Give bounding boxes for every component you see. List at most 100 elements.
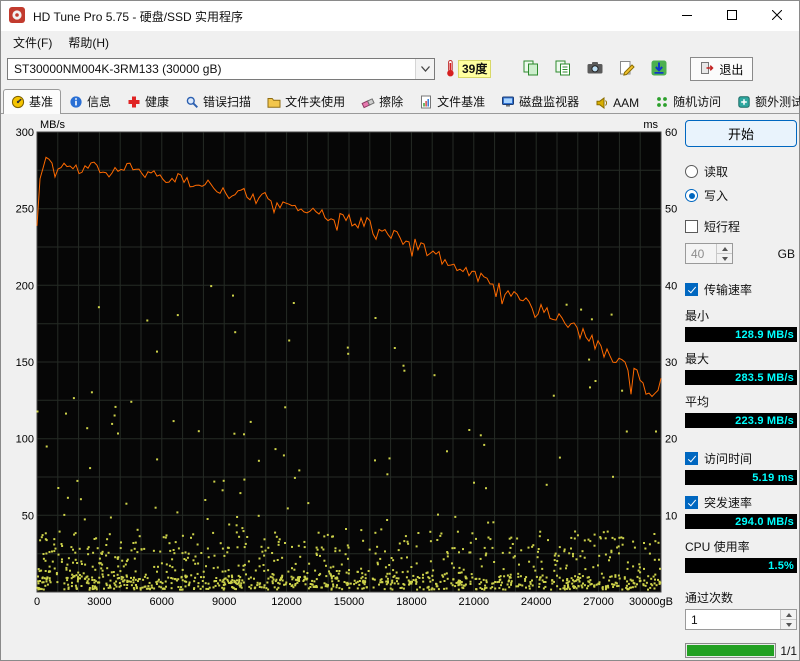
copy-image-icon (522, 59, 540, 80)
copy-page-button[interactable] (549, 57, 576, 82)
burst-rate-checkbox-box (685, 496, 698, 509)
pass-count-up-button[interactable] (781, 610, 796, 619)
tab-1-信息[interactable]: 信息 (61, 89, 119, 114)
short-stroke-size-row: 40 GB (685, 243, 797, 264)
write-radio[interactable]: 写入 (685, 187, 797, 204)
aam-icon (595, 96, 609, 110)
cpu-usage-value: 1.5% (685, 558, 797, 573)
avg-label: 平均 (685, 395, 710, 409)
copy-image-button[interactable] (517, 57, 544, 82)
tab-2-健康[interactable]: 健康 (119, 89, 177, 114)
burst-rate-value: 294.0 MB/s (685, 514, 797, 529)
svg-text:300: 300 (16, 127, 34, 139)
maximize-icon (726, 9, 737, 23)
tab-0-基准[interactable]: 基准 (3, 89, 62, 114)
pass-count-value: 1 (691, 612, 698, 627)
svg-text:250: 250 (16, 204, 34, 216)
short-stroke-size-value: 40 (691, 246, 705, 261)
read-radio-label: 读取 (704, 165, 729, 179)
write-radio-circle (685, 189, 698, 202)
transfer-rate-checkbox[interactable]: 传输速率 (685, 281, 797, 298)
tab-label: 基准 (29, 95, 54, 109)
svg-text:100: 100 (16, 434, 34, 446)
close-button[interactable] (754, 1, 799, 31)
close-icon (771, 9, 782, 23)
read-radio[interactable]: 读取 (685, 163, 797, 180)
gb-unit-label: GB (777, 246, 795, 261)
min-label: 最小 (685, 309, 710, 323)
toolbar-buttons (517, 57, 672, 82)
svg-text:40: 40 (665, 280, 677, 292)
tab-7-磁盘监视器[interactable]: 磁盘监视器 (493, 89, 587, 114)
random-access-icon (655, 95, 669, 109)
short-stroke-size-spinner[interactable]: 40 (685, 243, 733, 264)
svg-text:12000: 12000 (271, 596, 302, 608)
access-time-checkbox-box (685, 452, 698, 465)
tab-10-额外测试[interactable]: 额外测试 (729, 89, 800, 114)
svg-text:21000: 21000 (459, 596, 490, 608)
svg-text:50: 50 (665, 204, 677, 216)
spin-down-button[interactable] (717, 253, 732, 263)
svg-text:0: 0 (34, 596, 40, 608)
toolbar: ST30000NM004K-3RM133 (30000 gB) 39度 退出 (1, 53, 799, 85)
menu-item-0[interactable]: 文件(F) (5, 32, 60, 53)
tab-label: 随机访问 (673, 95, 722, 109)
chevron-down-icon[interactable] (415, 59, 434, 79)
save-results-button[interactable] (645, 57, 672, 82)
max-label: 最大 (685, 352, 710, 366)
hd-tune-window: HD Tune Pro 5.75 - 硬盘/SSD 实用程序 文件(F) 帮助(H… (0, 0, 800, 661)
screenshot-button[interactable] (581, 57, 608, 82)
benchmark-chart: MB/s ms 300 250 200 150 100 50 60 50 40 30 20 10 0 3000… (3, 118, 681, 660)
tab-label: 擦除 (379, 95, 404, 109)
temperature-badge: 39度 (458, 60, 492, 78)
pass-count-spinner[interactable]: 1 (685, 609, 797, 630)
tab-9-随机访问[interactable]: 随机访问 (647, 89, 729, 114)
file-benchmark-icon (419, 95, 433, 109)
menu-bar: 文件(F) 帮助(H) (1, 31, 799, 53)
menu-item-1[interactable]: 帮助(H) (60, 32, 117, 53)
burst-rate-checkbox[interactable]: 突发速率 (685, 494, 797, 511)
avg-value: 223.9 MB/s (685, 413, 797, 428)
exit-button[interactable]: 退出 (690, 57, 754, 81)
start-button[interactable]: 开始 (685, 120, 797, 147)
short-stroke-label: 短行程 (704, 220, 741, 234)
health-icon (127, 95, 141, 109)
temperature-indicator: 39度 (445, 59, 492, 80)
drive-select-value: ST30000NM004K-3RM133 (30000 gB) (14, 62, 222, 76)
write-radio-label: 写入 (704, 189, 729, 203)
tab-8-AAM[interactable]: AAM (587, 92, 647, 114)
svg-text:200: 200 (16, 280, 34, 292)
access-time-checkbox[interactable]: 访问时间 (685, 450, 797, 467)
camera-icon (586, 59, 604, 80)
edit-button[interactable] (613, 57, 640, 82)
max-value: 283.5 MB/s (685, 370, 797, 385)
svg-text:30: 30 (665, 357, 677, 369)
maximize-button[interactable] (709, 1, 754, 31)
extra-tests-icon (737, 95, 751, 109)
drive-select[interactable]: ST30000NM004K-3RM133 (30000 gB) (7, 58, 435, 80)
tab-6-文件基准[interactable]: 文件基准 (411, 89, 493, 114)
title-bar: HD Tune Pro 5.75 - 硬盘/SSD 实用程序 (1, 1, 799, 31)
pass-count-label: 通过次数 (685, 591, 734, 605)
svg-text:ms: ms (643, 119, 658, 131)
pass-count-down-button[interactable] (781, 619, 796, 629)
exit-icon (700, 61, 714, 78)
svg-text:60: 60 (665, 127, 677, 139)
disk-monitor-icon (501, 95, 515, 109)
tab-3-错误扫描[interactable]: 错误扫描 (177, 89, 259, 114)
minimize-button[interactable] (664, 1, 709, 31)
svg-text:MB/s: MB/s (40, 119, 66, 131)
tab-label: AAM (613, 96, 640, 110)
svg-text:10: 10 (665, 510, 677, 522)
svg-text:15000: 15000 (334, 596, 365, 608)
tab-label: 错误扫描 (203, 95, 252, 109)
short-stroke-checkbox[interactable]: 短行程 (685, 218, 797, 235)
tab-4-文件夹使用[interactable]: 文件夹使用 (259, 89, 353, 114)
temperature-value: 39 (462, 62, 476, 76)
tab-5-擦除[interactable]: 擦除 (353, 89, 411, 114)
tab-label: 信息 (87, 95, 112, 109)
thermometer-icon (445, 59, 456, 80)
svg-text:50: 50 (22, 510, 34, 522)
spin-up-button[interactable] (717, 244, 732, 253)
svg-text:24000: 24000 (521, 596, 552, 608)
